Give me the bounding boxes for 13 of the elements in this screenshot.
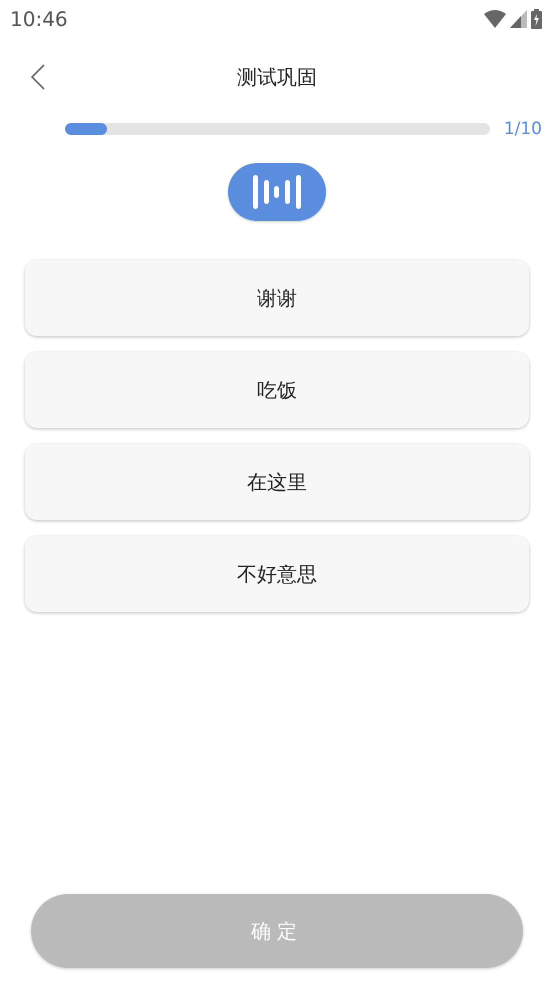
- signal-icon: [510, 10, 527, 28]
- answer-option[interactable]: 谢谢: [25, 260, 529, 336]
- page-title: 测试巩固: [237, 64, 317, 90]
- answer-option[interactable]: 在这里: [25, 444, 529, 520]
- progress-count: 1/10: [504, 119, 542, 139]
- wifi-icon: [484, 10, 506, 28]
- answer-option[interactable]: 不好意思: [25, 536, 529, 612]
- status-time: 10:46: [10, 7, 68, 31]
- battery-icon: [531, 9, 542, 29]
- answer-option[interactable]: 吃饭: [25, 352, 529, 428]
- sound-wave-icon: [253, 175, 301, 209]
- back-icon[interactable]: [31, 64, 45, 90]
- audio-button[interactable]: [228, 163, 326, 221]
